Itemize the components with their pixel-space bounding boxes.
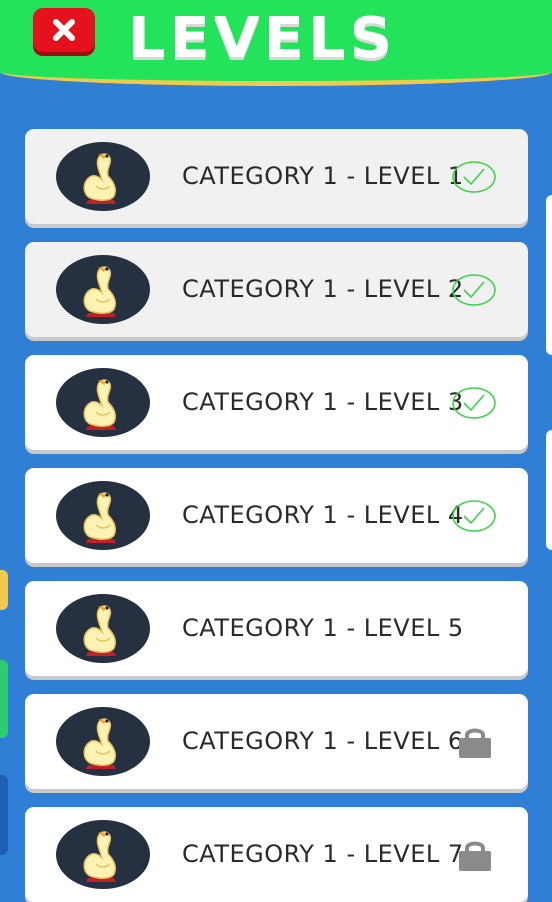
page-title: LEVELS xyxy=(128,6,397,71)
duck-icon xyxy=(83,718,117,769)
level-row[interactable]: CATEGORY 1 - LEVEL 7 xyxy=(25,807,528,902)
lock-icon xyxy=(459,841,491,871)
level-label: CATEGORY 1 - LEVEL 7 xyxy=(182,840,464,868)
level-thumbnail xyxy=(56,707,150,776)
completed-badge xyxy=(450,355,498,450)
level-label: CATEGORY 1 - LEVEL 4 xyxy=(182,501,464,529)
check-circle-icon xyxy=(452,273,496,306)
level-thumbnail xyxy=(56,368,150,437)
level-row[interactable]: CATEGORY 1 - LEVEL 2 xyxy=(25,242,528,337)
level-row[interactable]: CATEGORY 1 - LEVEL 5 xyxy=(25,581,528,676)
check-circle-icon xyxy=(452,160,496,193)
level-row[interactable]: CATEGORY 1 - LEVEL 4 xyxy=(25,468,528,563)
level-thumbnail xyxy=(56,594,150,663)
completed-badge xyxy=(450,242,498,337)
level-row[interactable]: CATEGORY 1 - LEVEL 3 xyxy=(25,355,528,450)
completed-badge xyxy=(450,129,498,224)
side-panel-edge xyxy=(546,195,552,355)
side-tab-blue[interactable] xyxy=(0,775,8,855)
level-row[interactable]: CATEGORY 1 - LEVEL 6 xyxy=(25,694,528,789)
level-row[interactable]: CATEGORY 1 - LEVEL 1 xyxy=(25,129,528,224)
duck-icon xyxy=(83,266,117,317)
level-label: CATEGORY 1 - LEVEL 3 xyxy=(182,388,464,416)
duck-icon xyxy=(83,605,117,656)
check-circle-icon xyxy=(452,386,496,419)
completed-badge xyxy=(450,468,498,563)
level-thumbnail xyxy=(56,820,150,889)
level-label: CATEGORY 1 - LEVEL 1 xyxy=(182,162,464,190)
level-thumbnail xyxy=(56,481,150,550)
side-panel-edge xyxy=(546,430,552,550)
duck-icon xyxy=(83,379,117,430)
duck-icon xyxy=(83,492,117,543)
side-tab-yellow[interactable] xyxy=(0,570,8,610)
level-thumbnail xyxy=(56,142,150,211)
level-label: CATEGORY 1 - LEVEL 5 xyxy=(182,614,464,642)
close-icon xyxy=(53,19,75,41)
side-tab-green[interactable] xyxy=(0,660,8,738)
duck-icon xyxy=(83,831,117,882)
duck-icon xyxy=(83,153,117,204)
level-thumbnail xyxy=(56,255,150,324)
close-button[interactable] xyxy=(33,8,95,52)
level-label: CATEGORY 1 - LEVEL 2 xyxy=(182,275,464,303)
check-circle-icon xyxy=(452,499,496,532)
lock-icon xyxy=(459,728,491,758)
locked-badge xyxy=(455,694,495,789)
level-label: CATEGORY 1 - LEVEL 6 xyxy=(182,727,464,755)
header-bar: LEVELS xyxy=(0,0,552,86)
locked-badge xyxy=(455,807,495,902)
